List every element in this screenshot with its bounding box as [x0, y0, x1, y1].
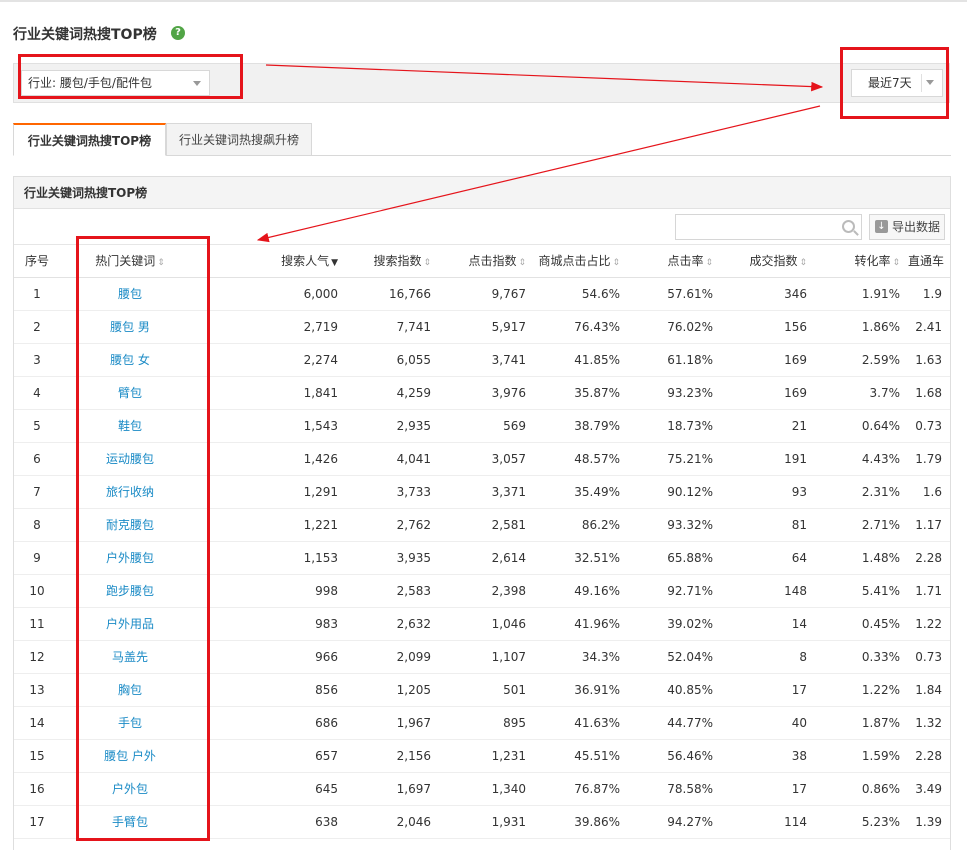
- annotation-arrows: [256, 64, 824, 243]
- arrow-to-keywords: [256, 105, 821, 243]
- arrow-to-period: [265, 64, 824, 92]
